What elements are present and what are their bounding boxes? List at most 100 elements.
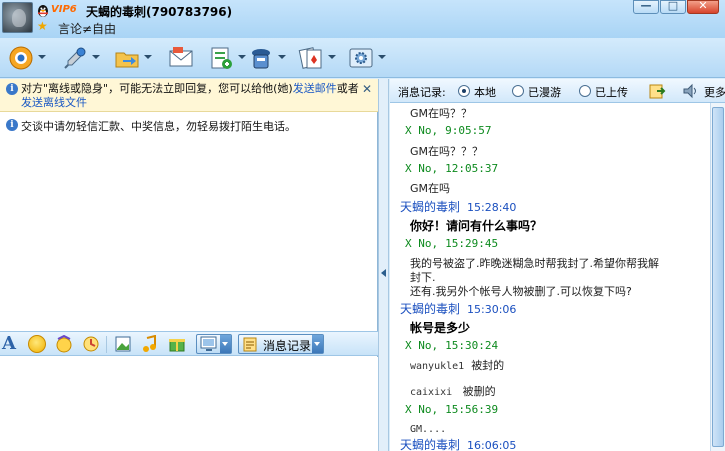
chevron-down-icon[interactable] (38, 55, 46, 59)
maximize-icon: □ (667, 0, 679, 12)
info-icon: i (6, 119, 18, 131)
chevron-down-icon[interactable] (220, 335, 231, 353)
sender-name[interactable]: X No, (405, 403, 438, 416)
safety-warning-text: 交谈中请勿轻信汇款、中奖信息，勿轻易拨打陌生电话。 (21, 120, 296, 133)
message-text: GM在吗？？？ (410, 145, 484, 158)
message-text: GM在吗 (410, 182, 451, 195)
notice-text: 对方"离线或隐身"，可能无法立即回复，您可以给他(她) (21, 82, 293, 95)
minimize-button[interactable]: — (633, 0, 659, 14)
export-record-icon[interactable] (648, 82, 666, 100)
avatar[interactable] (2, 2, 33, 33)
emoticon-icon[interactable] (28, 335, 46, 353)
settings-button[interactable] (346, 43, 392, 73)
radio-label: 已漫游 (528, 86, 561, 99)
chevron-down-icon[interactable] (328, 55, 336, 59)
message-body: 帐号是多少 (410, 319, 470, 336)
message-header: X No, 9:05:57 (405, 124, 491, 137)
message-body: GM在吗 (410, 180, 450, 196)
window-controls: — □ ✕ (632, 0, 719, 14)
message-body: 还有.我另外个帐号人物被删了.可以恢复下吗? (410, 283, 632, 299)
message-time: 15:56:39 (445, 403, 499, 416)
message-time: 9:05:57 (445, 124, 492, 137)
video-button[interactable] (6, 43, 52, 73)
screen-capture-icon (200, 336, 217, 351)
chevron-down-icon[interactable] (92, 55, 100, 59)
send-mail-link[interactable]: 发送邮件 (293, 82, 337, 95)
qq-penguin-icon (38, 5, 48, 17)
minimize-icon: — (640, 0, 652, 12)
sms-icon (211, 47, 232, 69)
radio-unselected[interactable] (512, 85, 524, 97)
maximize-button[interactable]: □ (660, 0, 686, 14)
sender-name[interactable]: X No, (405, 124, 438, 137)
chevron-down-icon[interactable] (312, 335, 323, 353)
message-body: GM.... (410, 422, 446, 435)
file-transfer-button[interactable] (112, 43, 158, 73)
chevron-down-icon[interactable] (144, 55, 152, 59)
screenshot-icon[interactable] (114, 335, 132, 353)
radio-selected[interactable] (458, 85, 470, 97)
account-name: caixixi (410, 387, 453, 398)
message-time: 15:29:45 (445, 237, 499, 250)
sender-name[interactable]: 天蝎的毒刺 (400, 438, 460, 451)
gift-icon[interactable] (168, 335, 186, 353)
notice-text: 或者 (336, 82, 359, 95)
message-header: 天蝎的毒刺 15:30:06 (400, 300, 516, 317)
message-text: GM.... (410, 424, 447, 435)
message-body: GM在吗？？ (410, 105, 472, 121)
message-history: GM在吗？？ X No, 9:05:57 GM在吗？？？ X No, 12:05… (390, 103, 710, 451)
message-header: X No, 15:56:39 (405, 403, 498, 416)
poke-icon[interactable] (82, 335, 100, 353)
contact-name[interactable]: 天蝎的毒刺(790783796) (86, 3, 232, 20)
message-time: 15:30:06 (467, 303, 517, 316)
mobile-button[interactable] (246, 43, 292, 73)
magic-emoticon-icon[interactable] (55, 335, 73, 353)
vip-badge: VIP6 (51, 4, 77, 15)
sender-name[interactable]: 天蝎的毒刺 (400, 302, 460, 316)
screen-capture-dropdown[interactable] (196, 334, 232, 354)
message-text: 被删的 (462, 385, 496, 398)
message-body: caixixi 被删的 (410, 383, 496, 399)
collapse-left-icon[interactable] (381, 269, 386, 277)
music-icon[interactable] (141, 335, 159, 353)
message-time: 15:28:40 (467, 201, 517, 214)
message-record-button[interactable]: 消息记录 (238, 334, 324, 354)
sender-name[interactable]: 天蝎的毒刺 (400, 200, 460, 214)
chevron-down-icon[interactable] (278, 55, 286, 59)
message-header: 天蝎的毒刺 16:06:05 (400, 436, 516, 451)
message-text: 我的号被盗了.昨晚迷糊急时帮我封了.希望你帮我解 (410, 257, 659, 270)
close-notice-button[interactable]: ✕ (362, 82, 372, 96)
message-time: 12:05:37 (445, 162, 499, 175)
speaker-icon[interactable] (682, 82, 700, 100)
message-header: X No, 12:05:37 (405, 162, 498, 175)
chevron-down-icon[interactable] (238, 55, 246, 59)
history-scrollbar[interactable] (710, 103, 725, 451)
more-link[interactable]: 更多 (704, 84, 725, 100)
game-button[interactable] (296, 43, 342, 73)
message-record-icon (243, 337, 257, 352)
font-icon[interactable]: A (2, 333, 18, 354)
message-body: 我的号被盗了.昨晚迷糊急时帮我封了.希望你帮我解 (410, 255, 659, 271)
chevron-down-icon[interactable] (378, 55, 386, 59)
message-text: 还有.我另外个帐号人物被删了.可以恢复下吗? (410, 285, 632, 298)
send-offline-file-link[interactable]: 发送离线文件 (21, 96, 87, 109)
close-button[interactable]: ✕ (687, 0, 719, 14)
history-title: 消息记录: (398, 86, 446, 99)
mail-icon (169, 47, 193, 67)
settings-icon (349, 48, 373, 68)
message-text: 被封的 (471, 359, 505, 372)
sender-name[interactable]: X No, (405, 339, 438, 352)
message-text: 你好！请问有什么事吗？ (410, 219, 543, 233)
voice-button[interactable] (60, 43, 106, 73)
message-input[interactable] (0, 357, 378, 451)
format-toolbar: A 消息记录 (0, 331, 378, 356)
message-text: 帐号是多少 (410, 321, 471, 335)
title-bar: VIP6 天蝎的毒刺(790783796) ★ 言论≠自由 — □ ✕ (0, 0, 725, 38)
sender-name[interactable]: X No, (405, 237, 438, 250)
account-name: wanyukle1 (410, 361, 465, 372)
history-pane: 消息记录: 本地 已漫游 已上传 更多 GM在吗？？ X No, 9:05:57… (390, 79, 725, 451)
pane-splitter[interactable] (378, 79, 389, 451)
scrollbar-thumb[interactable] (712, 107, 724, 447)
radio-unselected[interactable] (579, 85, 591, 97)
sender-name[interactable]: X No, (405, 162, 438, 175)
